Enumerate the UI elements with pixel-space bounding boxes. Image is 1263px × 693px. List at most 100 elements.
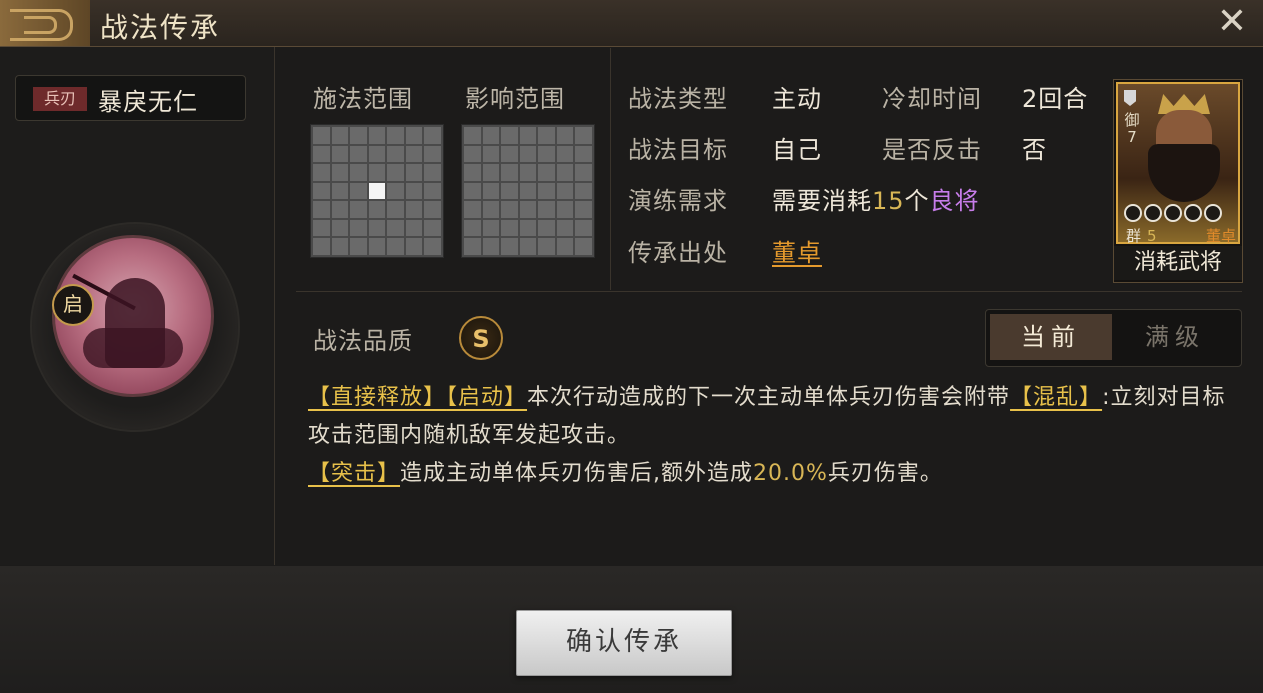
origin-general-link[interactable]: 董卓 [772, 233, 822, 268]
grid-cell [519, 127, 537, 144]
grid-cell [575, 182, 592, 200]
grid-cell [350, 164, 367, 181]
skill-type-key: 战法类型 [628, 85, 728, 113]
grid-cell [405, 219, 423, 237]
rarity-label: 良将 [929, 187, 980, 215]
target-key: 战法目标 [628, 136, 728, 164]
grid-cell [387, 219, 404, 237]
grid-cell [482, 164, 500, 181]
tab-current[interactable]: 当前 [990, 314, 1112, 360]
grid-cell [350, 145, 367, 163]
header-ornament [0, 0, 90, 46]
grid-cell [575, 201, 592, 218]
grid-cell [575, 145, 592, 163]
grid-cell [575, 164, 592, 181]
skill-name: 暴戾无仁 [98, 88, 198, 116]
grid-cell [538, 182, 555, 200]
effect-range-grid [461, 124, 595, 258]
grid-cell [464, 182, 481, 200]
grid-cell [464, 145, 481, 163]
grid-cell [519, 145, 537, 163]
cooldown-value: 2回合 [1022, 85, 1089, 113]
grid-cell [405, 145, 423, 163]
star-icon [1164, 204, 1182, 222]
flag-icon [1124, 90, 1136, 106]
grid-cell [556, 238, 574, 255]
grid-cell [464, 219, 481, 237]
grid-cell [350, 182, 367, 200]
grid-cell [387, 127, 404, 144]
grid-cell [464, 238, 481, 255]
target-value: 自己 [772, 136, 822, 164]
grid-cell [556, 201, 574, 218]
grid-cell [368, 219, 386, 237]
grid-cell [519, 182, 537, 200]
grid-cell [482, 238, 500, 255]
grid-cell [556, 164, 574, 181]
grid-cell [556, 219, 574, 237]
grid-cell [368, 201, 386, 218]
grid-cell [313, 238, 330, 255]
grid-cell [313, 182, 330, 200]
grid-cell [538, 145, 555, 163]
grid-cell [350, 238, 367, 255]
grid-cell [331, 127, 349, 144]
grid-cell [538, 127, 555, 144]
grid-cell [501, 145, 518, 163]
close-icon[interactable]: ✕ [1215, 4, 1249, 40]
confirm-inherit-button[interactable]: 确认传承 [516, 610, 732, 676]
grid-cell [519, 219, 537, 237]
grid-cell [501, 127, 518, 144]
grid-cell [538, 219, 555, 237]
general-meta: 群5 董卓 [1126, 227, 1236, 245]
grid-cell [350, 201, 367, 218]
grid-cell [387, 201, 404, 218]
grid-cell [405, 182, 423, 200]
counter-key: 是否反击 [882, 136, 982, 164]
header-bar: 战法传承 ✕ [0, 0, 1263, 47]
star-icon [1184, 204, 1202, 222]
grid-cell [556, 145, 574, 163]
grid-cell [501, 182, 518, 200]
grid-cell [464, 127, 481, 144]
grid-cell [313, 145, 330, 163]
grid-cell [331, 219, 349, 237]
tab-max-level[interactable]: 满级 [1114, 314, 1236, 360]
general-side-text: 御7 [1124, 111, 1140, 146]
grid-cell [405, 238, 423, 255]
grid-cell [556, 182, 574, 200]
grid-cell [424, 164, 441, 181]
effect-range-label: 影响范围 [465, 85, 565, 113]
star-icon [1144, 204, 1162, 222]
grid-cell [575, 127, 592, 144]
grid-cell [313, 164, 330, 181]
grid-cell [331, 164, 349, 181]
skill-panel: 兵刃 暴戾无仁 启 [0, 47, 275, 565]
grid-cell [313, 201, 330, 218]
counter-value: 否 [1022, 136, 1047, 164]
general-card[interactable]: 御7 群5 董卓 消耗武将 [1113, 79, 1243, 283]
grid-cell [331, 182, 349, 200]
origin-key: 传承出处 [628, 239, 728, 267]
grid-cell [424, 201, 441, 218]
grid-cell [331, 201, 349, 218]
grid-cell [482, 182, 500, 200]
train-key: 演练需求 [628, 187, 728, 215]
star-icon [1204, 204, 1222, 222]
grid-cell [538, 164, 555, 181]
skill-description: 【直接释放】【启动】本次行动造成的下一次主动单体兵刃伤害会附带【混乱】:立刻对目… [308, 385, 1226, 486]
grid-cell [387, 164, 404, 181]
grid-cell [424, 145, 441, 163]
star-icon [1124, 204, 1142, 222]
grid-cell [501, 201, 518, 218]
grid-cell [482, 127, 500, 144]
skill-type-value: 主动 [772, 85, 822, 113]
divider [296, 291, 1242, 292]
general-stars [1124, 204, 1236, 222]
grid-cell [350, 127, 367, 144]
grid-cell [313, 219, 330, 237]
grid-cell [575, 219, 592, 237]
grid-cell [368, 127, 386, 144]
skill-name-box: 兵刃 暴戾无仁 [15, 75, 246, 121]
train-value: 需要消耗15个良将 [772, 187, 980, 215]
